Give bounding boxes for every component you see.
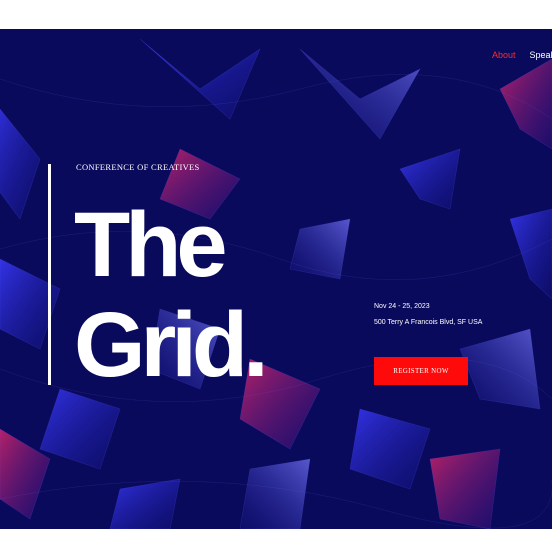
hero-title-line1: The (74, 194, 228, 296)
event-address: 500 Terry A Francois Blvd, SF USA (374, 319, 483, 326)
nav-link-about[interactable]: About (492, 50, 516, 60)
nav-link-speakers[interactable]: Speakers (530, 50, 552, 60)
eyebrow-text: CONFERENCE OF CREATIVES (76, 162, 200, 172)
hero-section: About Speakers CONFERENCE OF CREATIVES T… (0, 29, 552, 529)
vertical-divider (48, 164, 51, 385)
register-now-button[interactable]: REGISTER NOW (374, 357, 468, 385)
top-nav: About Speakers (492, 50, 552, 60)
event-date: Nov 24 - 25, 2023 (374, 303, 430, 310)
hero-title-line2: Grid. (74, 294, 269, 396)
